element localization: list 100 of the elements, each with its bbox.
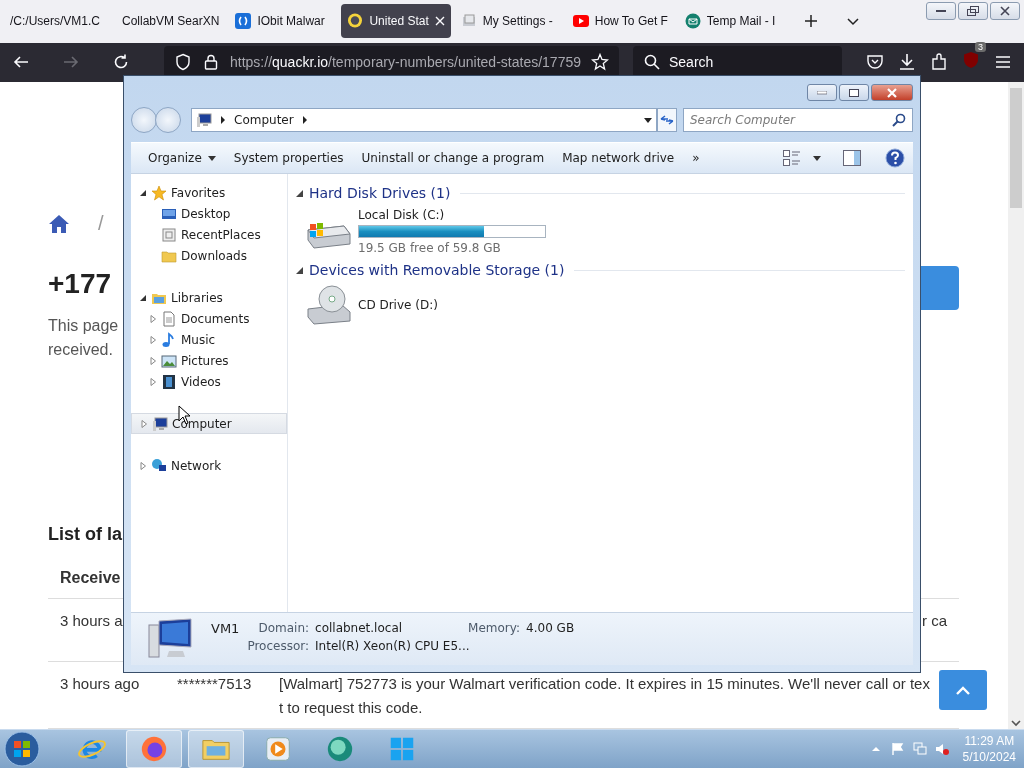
search-icon <box>892 113 906 127</box>
collapse-arrow-icon[interactable] <box>296 266 303 274</box>
search-icon <box>643 53 661 72</box>
scrollbar-thumb[interactable] <box>1010 87 1022 208</box>
close-button[interactable] <box>990 2 1020 20</box>
recent-places-icon <box>161 226 177 243</box>
muted-speaker-icon[interactable] <box>934 741 949 756</box>
close-icon <box>887 87 897 98</box>
nav-item[interactable]: Network <box>131 455 287 476</box>
nav-item[interactable]: Libraries <box>131 287 287 308</box>
nav-item[interactable]: Computer <box>131 413 287 434</box>
nav-item[interactable]: Videos <box>131 371 287 392</box>
field-value: Intel(R) Xeon(R) CPU E5... <box>315 639 471 655</box>
restore-button[interactable] <box>958 2 988 20</box>
collapse-arrow-icon[interactable] <box>296 189 303 197</box>
back-to-top-button[interactable] <box>939 669 987 710</box>
document-icon <box>161 310 177 327</box>
field-label: Processor: <box>247 639 310 655</box>
browser-tab[interactable]: IObit Malwar <box>229 4 338 39</box>
toolbar-button[interactable]: Uninstall or change a program <box>352 151 554 165</box>
puzzle-piece-icon[interactable] <box>930 53 948 72</box>
lock-icon <box>202 53 220 72</box>
shield-icon[interactable] <box>174 53 192 72</box>
sender-cell-text: *******7513 <box>177 673 253 694</box>
nav-item[interactable]: Desktop <box>131 203 287 224</box>
close-button[interactable] <box>871 84 913 101</box>
expand-arrow-icon[interactable] <box>149 335 157 344</box>
scroll-down-icon[interactable] <box>1011 718 1021 727</box>
music-note-icon <box>161 331 177 348</box>
home-icon[interactable] <box>48 212 70 235</box>
dropdown-arrow-icon[interactable] <box>813 155 821 161</box>
new-tab-icon[interactable] <box>802 13 819 30</box>
breadcrumb-arrow-icon[interactable] <box>220 116 226 124</box>
dropdown-arrow-icon <box>207 155 216 161</box>
action-button[interactable] <box>920 265 959 310</box>
section-heading: List of la <box>48 523 123 545</box>
notification-count: 3 <box>975 42 986 53</box>
toolbar-button[interactable]: Organize <box>139 151 225 165</box>
message-cell-text: [Walmart] 752773 is your Walmart verification code. It expires in 15 minutes. We'll never call or text to request this code. <box>279 673 931 718</box>
nav-item[interactable]: RecentPlaces <box>131 224 287 245</box>
breadcrumb-separator: / <box>98 212 104 236</box>
browser-tab[interactable]: How To Get F <box>566 4 675 39</box>
nav-item[interactable]: Downloads <box>131 245 287 266</box>
help-icon[interactable] <box>885 148 905 168</box>
toolbar-button[interactable]: System properties <box>224 151 353 165</box>
chat-bubble-icon <box>347 13 364 30</box>
computer-icon <box>196 112 212 128</box>
browser-tab[interactable]: Temp Mail - I <box>678 4 787 39</box>
expand-arrow-icon[interactable] <box>140 419 148 428</box>
maximize-button[interactable] <box>839 84 869 101</box>
drive-name: Local Disk (C:) <box>358 208 446 222</box>
taskbar-button[interactable] <box>126 729 182 768</box>
message-cell-text: r ca <box>922 610 947 631</box>
expand-arrow-icon[interactable] <box>149 377 157 386</box>
group-heading[interactable]: Hard Disk Drives (1) <box>309 185 451 201</box>
nav-item[interactable]: Documents <box>131 308 287 329</box>
computer-name: VM1 <box>211 621 241 638</box>
close-icon <box>1000 6 1010 16</box>
field-value: collabnet.local <box>315 621 404 637</box>
time-cell-text: 3 hours ago <box>60 673 140 694</box>
drive-item[interactable]: Local Disk (C:) 19.5 GB free of 59.8 GB <box>296 204 905 259</box>
group-heading[interactable]: Devices with Removable Storage (1) <box>309 262 565 278</box>
toolbar-button[interactable]: Map network drive <box>553 151 684 165</box>
browser-tab[interactable]: CollabVM SearXN <box>116 4 226 39</box>
cd-drive-icon <box>304 285 352 325</box>
start-button[interactable] <box>4 730 40 767</box>
field-label: Domain: <box>257 621 310 637</box>
expand-arrow-icon[interactable] <box>139 461 147 470</box>
star-icon[interactable] <box>591 53 609 72</box>
refresh-button[interactable] <box>657 108 677 132</box>
more-commands-button[interactable]: » <box>683 151 709 165</box>
search-field[interactable]: Search Computer <box>683 108 913 132</box>
picture-icon <box>161 352 177 369</box>
view-options-icon[interactable] <box>783 150 801 166</box>
address-bar[interactable]: Computer <box>191 108 657 132</box>
scrollbar[interactable] <box>1008 81 1024 729</box>
network-icon <box>151 457 167 474</box>
browser-tab[interactable]: United Stat <box>341 4 451 39</box>
download-icon[interactable] <box>898 53 916 72</box>
play-icon <box>572 13 589 30</box>
expand-arrow-icon[interactable] <box>149 356 157 365</box>
expand-arrow-icon[interactable] <box>149 314 157 323</box>
close-icon[interactable] <box>434 16 445 27</box>
preview-pane-icon[interactable] <box>843 150 861 166</box>
nav-item[interactable]: Favorites <box>131 182 287 203</box>
maximize-icon <box>849 88 859 97</box>
breadcrumb-arrow-icon[interactable] <box>301 116 308 124</box>
dropdown-arrow-icon[interactable] <box>644 117 652 123</box>
star-icon <box>151 184 167 201</box>
pocket-icon[interactable] <box>866 53 884 72</box>
drive-item[interactable]: CD Drive (D:) <box>296 281 905 329</box>
intro-text: This page <box>48 315 119 336</box>
browser-tab[interactable]: /C:/Users/VM1.C <box>4 4 112 39</box>
time-cell-text: 3 hours a <box>60 610 123 631</box>
minimize-button[interactable] <box>926 2 956 20</box>
nav-item[interactable]: Pictures <box>131 350 287 371</box>
collapse-arrow-icon[interactable] <box>139 188 147 197</box>
browser-tab[interactable]: My Settings - <box>454 4 563 39</box>
nav-item[interactable]: Music <box>131 329 287 350</box>
collapse-arrow-icon[interactable] <box>139 293 147 302</box>
